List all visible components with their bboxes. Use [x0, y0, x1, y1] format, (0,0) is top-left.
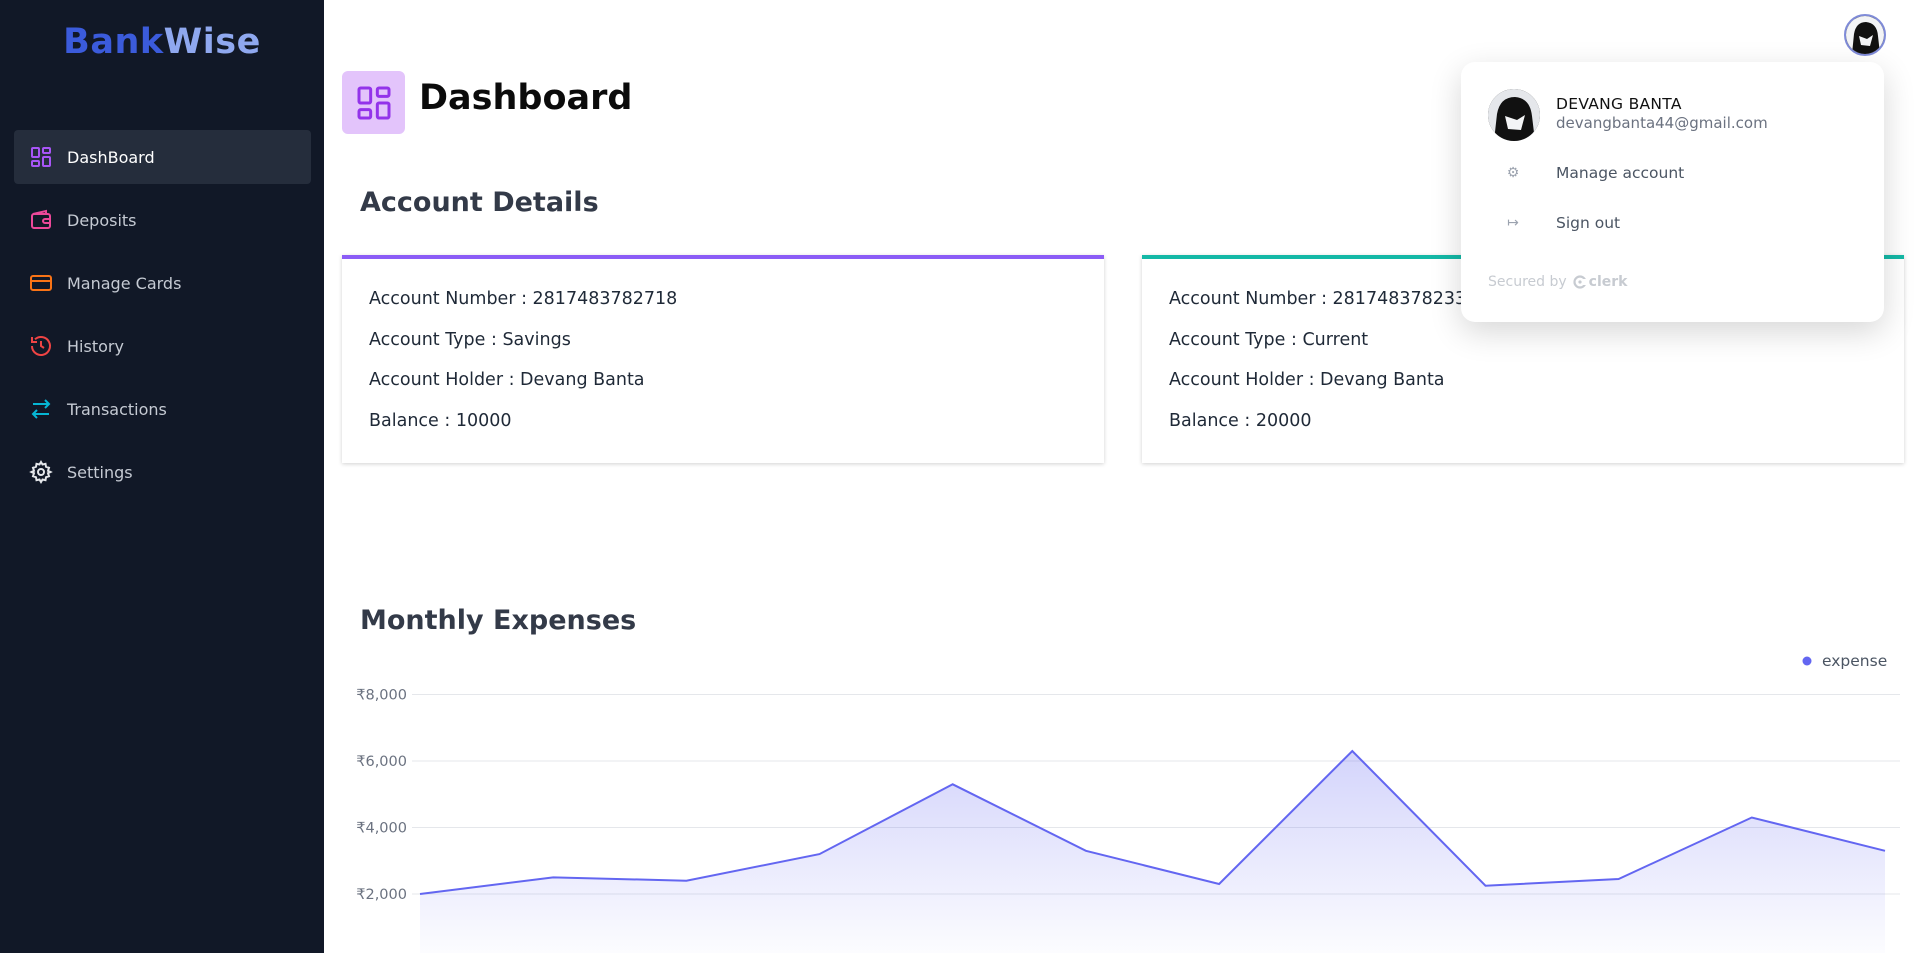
sign-out-button[interactable]: ↦ Sign out	[1488, 209, 1858, 237]
legend-label: expense	[1822, 652, 1887, 670]
sidebar-nav: DashBoard Deposits Manage Cards History …	[14, 130, 311, 508]
user-avatar-button[interactable]	[1844, 14, 1886, 56]
account-type: Account Type : Current	[1169, 329, 1369, 350]
credit-card-icon	[28, 270, 54, 296]
avatar	[1488, 89, 1540, 141]
brand-part-1: Bank	[63, 22, 164, 62]
account-number: Account Number : 2817483782718	[369, 289, 678, 309]
y-tick-label: ₹4,000	[356, 821, 407, 837]
clerk-text: clerk	[1588, 274, 1628, 290]
clerk-icon	[1573, 275, 1587, 289]
expense-area	[420, 751, 1885, 953]
sidebar-item-label: History	[67, 336, 124, 356]
sign-out-icon: ↦	[1507, 215, 1519, 231]
sign-out-label: Sign out	[1556, 214, 1621, 232]
history-icon	[28, 333, 54, 359]
account-holder: Account Holder : Devang Banta	[369, 370, 645, 390]
manage-account-button[interactable]: ⚙ Manage account	[1488, 159, 1858, 187]
secured-by-footer: Secured by clerk	[1488, 274, 1627, 290]
gear-icon	[28, 459, 54, 485]
account-card: Account Number : 2817483782718 Account T…	[342, 255, 1104, 463]
user-name: DEVANG BANTA	[1556, 95, 1682, 113]
sidebar-item-manage-cards[interactable]: Manage Cards	[14, 256, 311, 310]
manage-account-label: Manage account	[1556, 164, 1685, 182]
sidebar-item-label: Settings	[67, 462, 133, 482]
account-type: Account Type : Savings	[369, 329, 571, 350]
sidebar-item-settings[interactable]: Settings	[14, 445, 311, 499]
y-tick-label: ₹6,000	[356, 754, 407, 770]
account-balance: Balance : 10000	[369, 410, 512, 431]
sidebar-item-label: DashBoard	[67, 147, 155, 167]
dashboard-icon	[342, 71, 405, 134]
sidebar: BankWise DashBoard Deposits Manage Cards…	[0, 0, 324, 953]
account-balance: Balance : 20000	[1169, 410, 1312, 431]
clerk-logo[interactable]: clerk	[1573, 274, 1628, 290]
expenses-chart: ₹2,000 ₹4,000 ₹6,000 ₹8,000 expense	[356, 652, 1900, 953]
secured-by-label: Secured by	[1488, 274, 1567, 290]
brand-logo[interactable]: BankWise	[0, 22, 324, 62]
monthly-expenses-title: Monthly Expenses	[360, 605, 637, 636]
user-menu-popup: DEVANG BANTA devangbanta44@gmail.com ⚙ M…	[1461, 62, 1884, 322]
gear-icon: ⚙	[1506, 165, 1520, 181]
user-email: devangbanta44@gmail.com	[1556, 114, 1768, 132]
account-details-title: Account Details	[360, 187, 599, 218]
sidebar-item-label: Manage Cards	[67, 273, 182, 293]
legend-marker	[1802, 656, 1812, 666]
transfer-arrows-icon	[28, 396, 54, 422]
sidebar-item-dashboard[interactable]: DashBoard	[14, 130, 311, 184]
page-title: Dashboard	[419, 78, 633, 118]
sidebar-item-transactions[interactable]: Transactions	[14, 382, 311, 436]
y-tick-label: ₹8,000	[356, 688, 407, 704]
sidebar-item-history[interactable]: History	[14, 319, 311, 373]
wallet-icon	[28, 207, 54, 233]
sidebar-item-deposits[interactable]: Deposits	[14, 193, 311, 247]
sidebar-item-label: Deposits	[67, 210, 137, 230]
account-holder: Account Holder : Devang Banta	[1169, 370, 1445, 390]
dashboard-icon	[28, 144, 54, 170]
sidebar-item-label: Transactions	[67, 399, 167, 419]
y-tick-label: ₹2,000	[356, 887, 407, 903]
brand-part-2: Wise	[163, 22, 261, 62]
